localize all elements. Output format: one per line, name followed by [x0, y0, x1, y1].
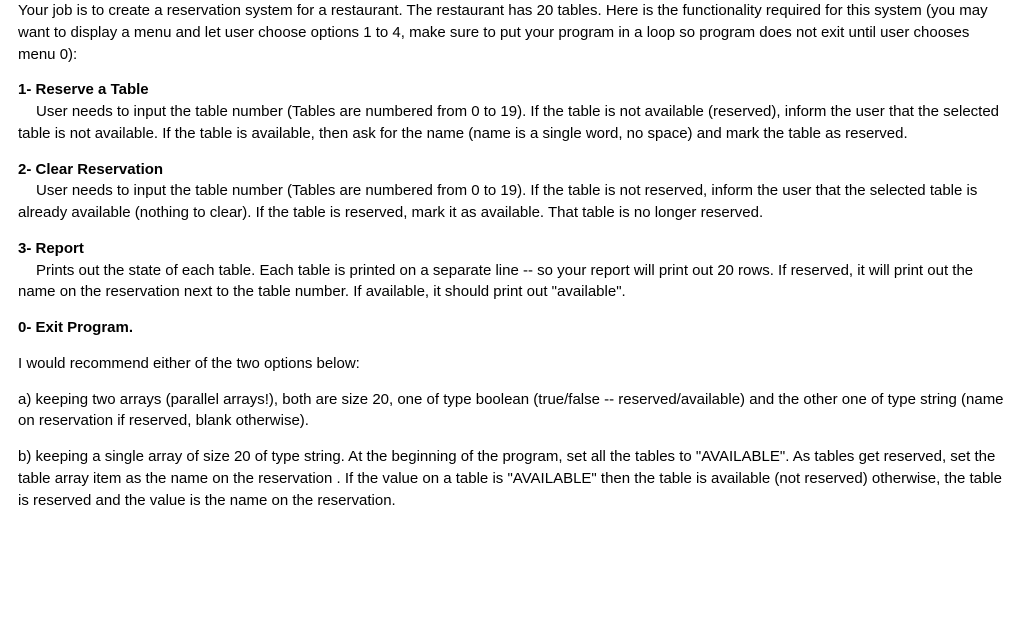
- option-b: b) keeping a single array of size 20 of …: [18, 446, 1006, 511]
- section-body-1-text: User needs to input the table number (Ta…: [18, 103, 999, 142]
- section-heading-2: 2- Clear Reservation: [18, 159, 1006, 181]
- section-heading-0: 0- Exit Program.: [18, 317, 1006, 339]
- section-body-2-text: User needs to input the table number (Ta…: [18, 182, 977, 221]
- section-clear: 2- Clear Reservation User needs to input…: [18, 159, 1006, 224]
- section-reserve: 1- Reserve a Table User needs to input t…: [18, 79, 1006, 144]
- option-a: a) keeping two arrays (parallel arrays!)…: [18, 389, 1006, 433]
- intro-paragraph: Your job is to create a reservation syst…: [18, 0, 1006, 65]
- section-body-1: User needs to input the table number (Ta…: [18, 101, 1006, 145]
- recommend-intro: I would recommend either of the two opti…: [18, 353, 1006, 375]
- section-heading-1: 1- Reserve a Table: [18, 79, 1006, 101]
- section-report: 3- Report Prints out the state of each t…: [18, 238, 1006, 303]
- section-body-3: Prints out the state of each table. Each…: [18, 260, 1006, 304]
- section-body-2: User needs to input the table number (Ta…: [18, 180, 1006, 224]
- section-heading-3: 3- Report: [18, 238, 1006, 260]
- section-exit: 0- Exit Program.: [18, 317, 1006, 339]
- section-body-3-text: Prints out the state of each table. Each…: [18, 262, 973, 301]
